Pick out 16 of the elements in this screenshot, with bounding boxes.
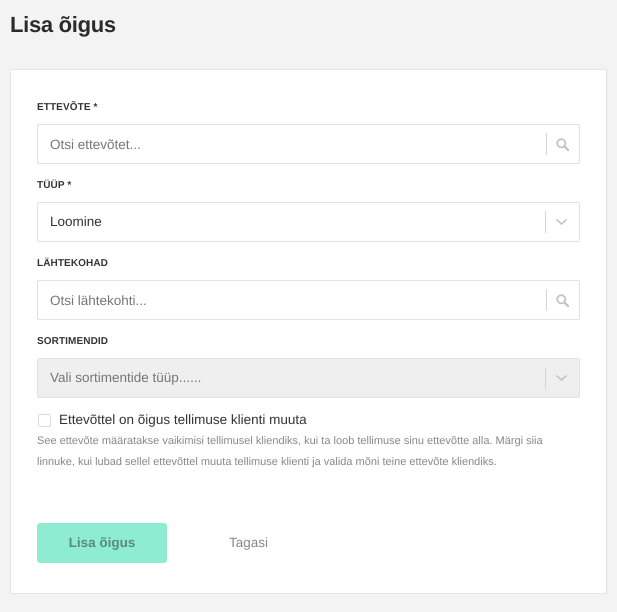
- search-field[interactable]: Otsi lähtekohti...: [37, 280, 580, 320]
- search-icon: [556, 294, 569, 306]
- checkbox-label[interactable]: Ettevõttel on õigus tellimuse klienti muuta: [59, 410, 307, 430]
- select-field[interactable]: Loomine: [37, 202, 580, 242]
- field-label: LÄHTEKOHAD: [37, 257, 108, 271]
- chevron-down-icon: [555, 218, 568, 226]
- back-button[interactable]: Tagasi: [219, 526, 278, 560]
- search-field[interactable]: Otsi ettevõtet...: [37, 124, 580, 164]
- field-label: TÜÜP *: [37, 179, 72, 193]
- page-title: Lisa õigus: [10, 11, 116, 39]
- field-label: SORTIMENDID: [37, 335, 108, 349]
- checkbox[interactable]: [38, 414, 51, 426]
- search-icon: [556, 138, 569, 150]
- help-text: See ettevõte määratakse vaikimisi tellimusel kliendiks, kui ta loob tellimuse sinu ettevõtte alla. Märgi siia linnuke, kui lubad sellel ettevõttel muuta tellimuse klienti ja valida mõni teine ettevõte kliendiks.: [37, 434, 544, 470]
- field-label: ETTEVÕTE *: [37, 101, 98, 115]
- chevron-down-icon: [555, 374, 568, 382]
